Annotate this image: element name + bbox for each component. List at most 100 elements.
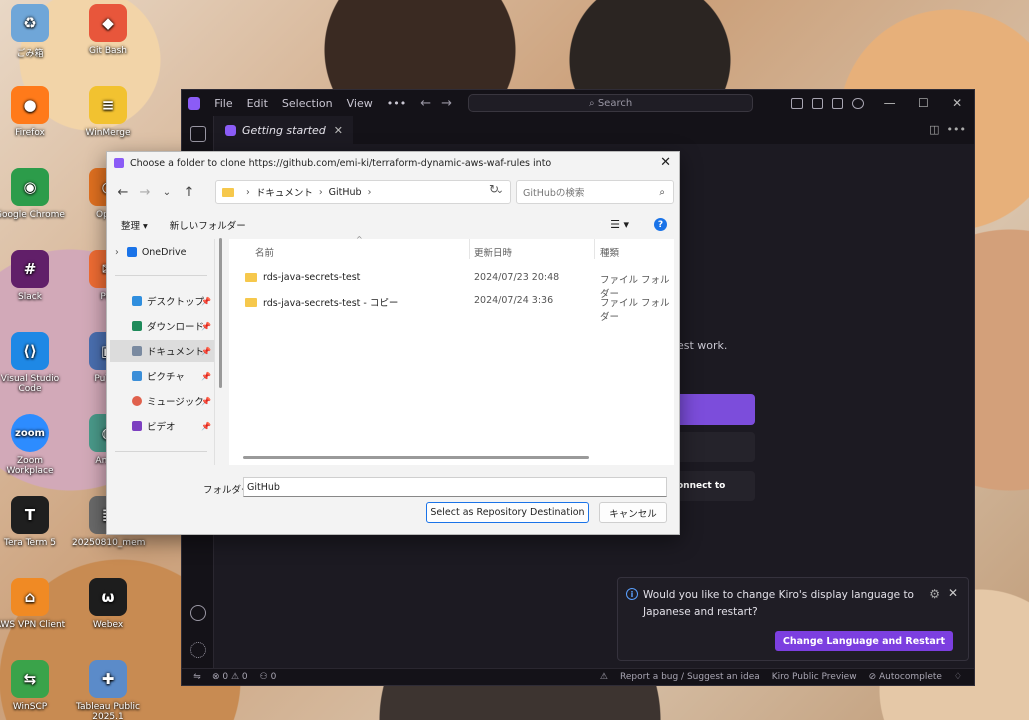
- table-row[interactable]: rds-java-secrets-test - コピー 2024/07/24 3…: [229, 290, 674, 323]
- desktop-icon-winscp[interactable]: ⇆ WinSCP: [0, 660, 66, 712]
- organize-button[interactable]: 整理 ▾: [121, 218, 148, 232]
- notification-settings-icon[interactable]: ⚙: [929, 587, 940, 601]
- expand-chevron-icon[interactable]: ›: [115, 247, 119, 258]
- settings-gear-icon[interactable]: [190, 642, 206, 658]
- desktop-icon-zoom-workplace[interactable]: zoom Zoom Workplace: [0, 414, 66, 476]
- sidebar-item-onedrive[interactable]: › OneDrive: [115, 241, 197, 263]
- sidebar-item-videos[interactable]: ビデオ 📌: [132, 415, 214, 437]
- help-icon[interactable]: ?: [654, 218, 667, 231]
- view-options-icon[interactable]: ☰ ▾: [610, 218, 629, 231]
- document-icon: [132, 346, 142, 356]
- desktop-icon-label: Visual Studio Code: [0, 374, 60, 394]
- problems-status[interactable]: ⊗ 0 ⚠ 0: [212, 672, 248, 682]
- desktop-icon-winmerge[interactable]: ≡ WinMerge: [72, 86, 144, 138]
- back-icon[interactable]: ←: [112, 185, 134, 200]
- recent-chevron-icon[interactable]: ⌄: [156, 187, 178, 198]
- desktop-icon-firefox[interactable]: ● Firefox: [0, 86, 66, 138]
- sidebar-item-music[interactable]: ミュージック 📌: [132, 390, 214, 412]
- app-icon: ⇆: [11, 660, 49, 698]
- menu-more[interactable]: •••: [387, 97, 406, 110]
- column-header-name[interactable]: 名前: [255, 245, 274, 259]
- explorer-icon[interactable]: [190, 126, 206, 142]
- desktop-icon-google-chrome[interactable]: ◉ Google Chrome: [0, 168, 66, 220]
- desktop-icon-label: Google Chrome: [0, 210, 65, 220]
- desktop-icon-label: Tableau Public 2025.1: [76, 702, 140, 720]
- back-arrow-icon[interactable]: ←: [420, 96, 431, 111]
- notification-close-icon[interactable]: ✕: [948, 586, 958, 600]
- sidebar-item-documents[interactable]: ドキュメント 📌: [110, 340, 214, 362]
- sidebar-scrollbar[interactable]: [219, 238, 222, 388]
- secondary-action-button[interactable]: [677, 432, 755, 462]
- breadcrumb-github[interactable]: GitHub: [329, 187, 362, 198]
- sidebar-label: ミュージック: [147, 397, 204, 408]
- cancel-button[interactable]: キャンセル: [599, 502, 667, 523]
- column-header-type[interactable]: 種類: [600, 245, 619, 259]
- folder-icon: [245, 273, 257, 282]
- horizontal-scrollbar[interactable]: [243, 456, 589, 459]
- sidebar-item-pictures[interactable]: ピクチャ 📌: [132, 365, 214, 387]
- pin-icon: 📌: [201, 396, 211, 406]
- new-folder-button[interactable]: 新しいフォルダー: [170, 218, 246, 232]
- sidebar-label: ビデオ: [147, 422, 176, 433]
- remote-icon[interactable]: ⇋: [182, 672, 212, 682]
- app-icon: ω: [89, 578, 127, 616]
- column-header-date[interactable]: 更新日時: [474, 245, 512, 259]
- toggle-sidebar-icon[interactable]: [811, 97, 823, 109]
- row-type: ファイル フォルダー: [600, 298, 670, 323]
- column-divider[interactable]: [594, 239, 595, 259]
- menu-file[interactable]: File: [214, 97, 232, 110]
- row-date: 2024/07/24 3:36: [474, 295, 554, 306]
- autocomplete-label: Autocomplete: [878, 672, 942, 682]
- connect-button[interactable]: onnect to: [677, 471, 755, 501]
- dialog-close-icon[interactable]: ✕: [660, 155, 671, 170]
- up-icon[interactable]: ↑: [178, 185, 200, 200]
- folder-icon: [245, 297, 257, 307]
- split-editor-icon[interactable]: ◫ •••: [929, 123, 966, 136]
- account-icon[interactable]: [190, 605, 206, 621]
- desktop-icon-visual-studio-code[interactable]: ⟨⟩ Visual Studio Code: [0, 332, 66, 394]
- folder-name-input[interactable]: GitHub: [243, 477, 667, 497]
- maximize-icon[interactable]: ☐: [906, 96, 940, 110]
- change-language-button[interactable]: Change Language and Restart: [774, 631, 953, 651]
- chat-icon[interactable]: [852, 97, 864, 109]
- table-row[interactable]: rds-java-secrets-test 2024/07/23 20:48 フ…: [229, 267, 674, 300]
- desktop-icon-webex[interactable]: ω Webex: [72, 578, 144, 630]
- desktop-icon-label: Git Bash: [89, 46, 127, 56]
- column-divider[interactable]: [469, 239, 470, 259]
- notifications-bell-icon[interactable]: ♢: [954, 672, 962, 682]
- desktop-icon-git-bash[interactable]: ◆ Git Bash: [72, 4, 144, 56]
- editor-tabs: Getting started ✕ ◫ •••: [215, 116, 974, 144]
- desktop-icon-aws-vpn-client[interactable]: ⌂ AWS VPN Client: [0, 578, 66, 630]
- toggle-panel-icon[interactable]: [831, 97, 844, 109]
- breadcrumb-documents[interactable]: ドキュメント: [256, 185, 313, 199]
- close-window-icon[interactable]: ✕: [940, 96, 974, 110]
- desktop-icon-[interactable]: ♻ ごみ箱: [0, 4, 66, 59]
- forward-arrow-icon[interactable]: →: [441, 96, 452, 111]
- desktop-icon-slack[interactable]: # Slack: [0, 250, 66, 302]
- sidebar-divider: [115, 451, 207, 452]
- preview-status[interactable]: Kiro Public Preview: [772, 672, 857, 682]
- layout-customize-icon[interactable]: [791, 97, 803, 109]
- sidebar-item-downloads[interactable]: ダウンロード 📌: [132, 315, 214, 337]
- tab-getting-started[interactable]: Getting started ✕: [215, 116, 354, 144]
- close-tab-icon[interactable]: ✕: [334, 124, 343, 137]
- select-destination-button[interactable]: Select as Repository Destination: [426, 502, 589, 523]
- folder-search-input[interactable]: GitHubの検索 ⌕: [516, 180, 674, 204]
- autocomplete-status[interactable]: ⊘ Autocomplete: [869, 672, 942, 682]
- command-search[interactable]: ⌕ Search: [468, 94, 754, 112]
- minimize-icon[interactable]: —: [873, 96, 907, 110]
- forward-icon[interactable]: →: [134, 185, 156, 200]
- menu-edit[interactable]: Edit: [247, 97, 268, 110]
- desktop-icon-tera-term-5[interactable]: T Tera Term 5: [0, 496, 66, 548]
- ports-status[interactable]: ⚇ 0: [260, 672, 277, 682]
- report-bug-link[interactable]: Report a bug / Suggest an idea: [620, 672, 760, 682]
- bug-icon: ⚠: [599, 672, 608, 682]
- desktop-icon-tableau-public-2025-1[interactable]: ✚ Tableau Public 2025.1: [72, 660, 144, 720]
- address-bar[interactable]: › ドキュメント › GitHub › ⌄: [215, 180, 511, 204]
- menu-selection[interactable]: Selection: [282, 97, 333, 110]
- menu-view[interactable]: View: [347, 97, 373, 110]
- desktop-icon-label: ごみ箱: [16, 49, 44, 59]
- sidebar-item-desktop[interactable]: デスクトップ 📌: [132, 290, 214, 312]
- primary-action-button[interactable]: [677, 394, 755, 425]
- refresh-icon[interactable]: ↻: [489, 182, 499, 196]
